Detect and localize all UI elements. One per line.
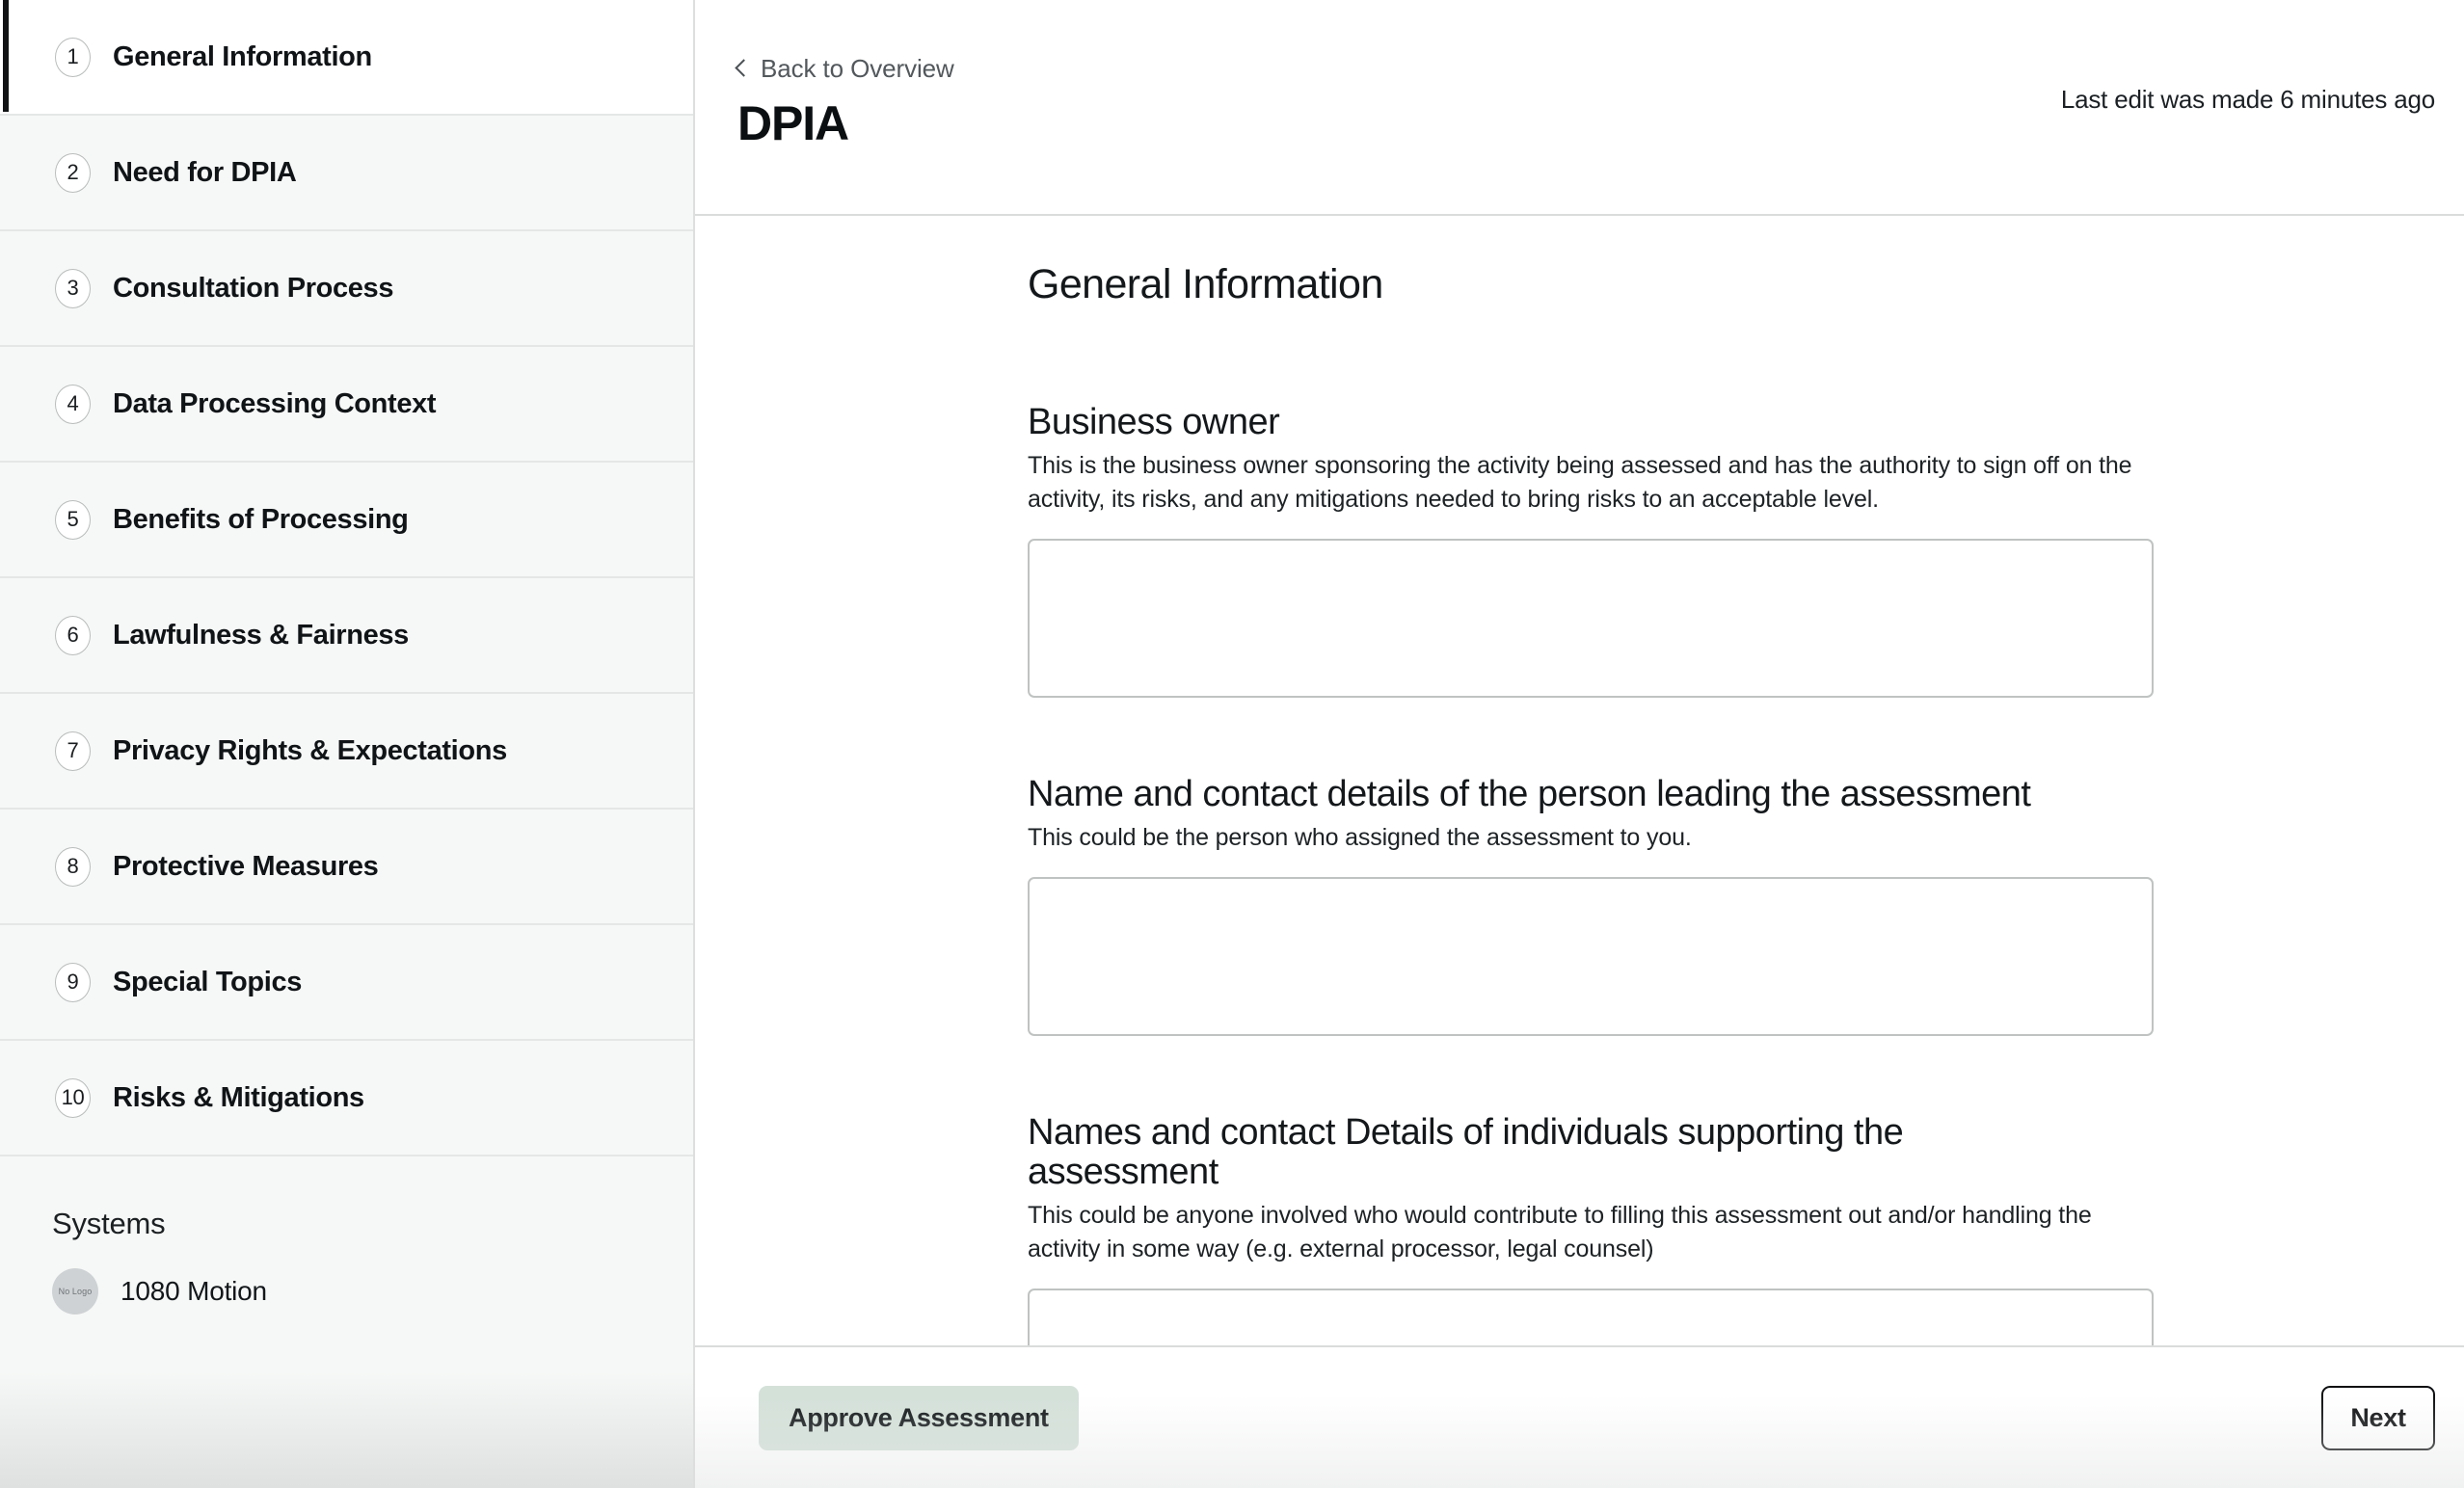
sidebar-item-data-processing-context[interactable]: 4 Data Processing Context: [0, 347, 693, 463]
approve-assessment-button[interactable]: Approve Assessment: [759, 1385, 1079, 1450]
sidebar-item-special-topics[interactable]: 9 Special Topics: [0, 925, 693, 1041]
back-to-overview-label: Back to Overview: [761, 54, 954, 83]
form-field: Business owner This is the business owner…: [1028, 402, 2464, 699]
sidebar-item-privacy-rights-expectations[interactable]: 7 Privacy Rights & Expectations: [0, 694, 693, 810]
sidebar-item-consultation-process[interactable]: 3 Consultation Process: [0, 231, 693, 347]
sidebar: 1 General Information 2 Need for DPIA 3 Consu…: [0, 0, 695, 1488]
field-label: Name and contact details of the person l…: [1028, 774, 2031, 815]
main-panel: Back to Overview DPIA Last edit was made…: [695, 0, 2464, 1488]
sidebar-item-label: General Information: [113, 40, 372, 72]
sidebar-item-number: 6: [55, 615, 91, 655]
sidebar-item-number: 1: [55, 37, 91, 77]
sidebar-item-need-for-dpia[interactable]: 2 Need for DPIA: [0, 116, 693, 231]
field-textarea[interactable]: [1028, 877, 2154, 1037]
sidebar-item-number: 5: [55, 499, 91, 540]
field-textarea[interactable]: [1028, 539, 2154, 699]
field-textarea[interactable]: [1028, 1289, 2154, 1345]
last-edit-status: Last edit was made 6 minutes ago: [2060, 85, 2435, 114]
sidebar-item-label: Lawfulness & Fairness: [113, 619, 409, 651]
form-fields: Business owner This is the business owner…: [1028, 402, 2464, 1345]
system-list-item[interactable]: No Logo 1080 Motion: [52, 1268, 693, 1315]
field-label: Names and contact Details of individuals…: [1028, 1112, 1904, 1193]
system-name: 1080 Motion: [121, 1276, 267, 1306]
section-nav-list: 1 General Information 2 Need for DPIA 3 Consu…: [0, 0, 693, 1156]
field-help-text: This is the business owner sponsoring th…: [1028, 452, 2132, 514]
field-label: Business owner: [1028, 402, 1280, 442]
sidebar-item-label: Benefits of Processing: [113, 503, 409, 535]
sidebar-item-label: Need for DPIA: [113, 156, 297, 188]
sidebar-item-risks-mitigations[interactable]: 10 Risks & Mitigations: [0, 1041, 693, 1156]
back-to-overview-link[interactable]: Back to Overview: [735, 54, 954, 84]
section-title: General Information: [1028, 261, 1383, 307]
sidebar-item-label: Privacy Rights & Expectations: [113, 734, 507, 766]
sidebar-item-benefits-of-processing[interactable]: 5 Benefits of Processing: [0, 463, 693, 578]
sidebar-item-number: 7: [55, 731, 91, 771]
form-scroll-area[interactable]: General Information Business owner This i…: [695, 216, 2464, 1345]
form-field: Names and contact Details of individuals…: [1028, 1113, 2464, 1345]
sidebar-item-label: Data Processing Context: [113, 387, 437, 419]
systems-heading: Systems: [52, 1207, 166, 1240]
sidebar-item-general-information[interactable]: 1 General Information: [0, 0, 693, 116]
sidebar-item-number: 9: [55, 962, 91, 1002]
systems-section: Systems No Logo 1080 Motion: [0, 1156, 693, 1315]
chevron-left-icon: [735, 59, 753, 77]
page-header: Back to Overview DPIA Last edit was made…: [695, 0, 2464, 216]
sidebar-item-number: 3: [55, 268, 91, 308]
sidebar-item-number: 4: [55, 384, 91, 424]
sidebar-item-number: 8: [55, 846, 91, 887]
system-logo-placeholder-icon: No Logo: [52, 1268, 98, 1315]
sidebar-item-label: Risks & Mitigations: [113, 1081, 364, 1113]
sidebar-item-label: Protective Measures: [113, 850, 379, 882]
sidebar-item-number: 10: [55, 1077, 91, 1118]
systems-list: No Logo 1080 Motion: [52, 1268, 693, 1315]
field-help-text: This could be the person who assigned th…: [1028, 824, 1692, 852]
sidebar-item-number: 2: [55, 152, 91, 193]
sidebar-item-label: Consultation Process: [113, 272, 394, 304]
field-help-text: This could be anyone involved who would …: [1028, 1202, 2092, 1263]
sidebar-item-lawfulness-fairness[interactable]: 6 Lawfulness & Fairness: [0, 578, 693, 694]
dpia-assessment-page: 1 General Information 2 Need for DPIA 3 Consu…: [0, 0, 2464, 1488]
sidebar-item-protective-measures[interactable]: 8 Protective Measures: [0, 810, 693, 925]
next-button[interactable]: Next: [2321, 1385, 2435, 1450]
page-footer: Approve Assessment Next: [695, 1345, 2464, 1488]
form-field: Name and contact details of the person l…: [1028, 774, 2464, 1037]
sidebar-item-label: Special Topics: [113, 966, 303, 997]
sidebar-bottom-fade: [0, 1372, 693, 1488]
